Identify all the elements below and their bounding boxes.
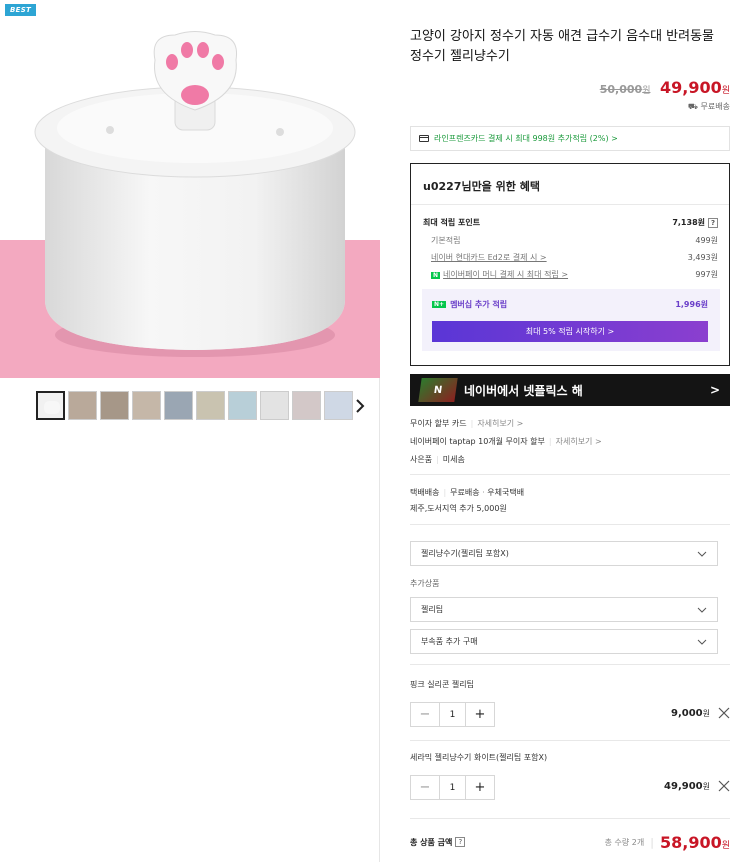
selected-item-price: 9,000원 <box>670 708 710 719</box>
naver-plus-icon: N+ <box>432 301 447 308</box>
divider <box>410 664 730 665</box>
credit-card-icon <box>419 135 429 142</box>
benefit-heading: u0227님만을 위한 혜택 <box>411 164 729 205</box>
divider <box>410 818 730 819</box>
product-main-image[interactable] <box>0 0 380 378</box>
thumbnail-5[interactable] <box>164 391 193 420</box>
close-icon[interactable] <box>718 707 730 719</box>
chevron-down-icon <box>697 607 707 613</box>
membership-box: N+ 멤버십 추가 적립 1,996원 최대 5% 적립 시작하기 > <box>422 289 720 351</box>
thumbnail-10[interactable] <box>324 391 353 420</box>
sale-price: 49,900원 <box>659 78 730 97</box>
installment-npay-line: 네이버페이 taptap 10개월 무이자 할부 | 자세히보기 > <box>410 437 602 446</box>
membership-row: N+ 멤버십 추가 적립 1,996원 <box>432 300 708 309</box>
thumbnail-1[interactable] <box>36 391 65 420</box>
option-select-main[interactable]: 젤리냥수기(젤리팁 포함X) <box>410 541 718 566</box>
card-benefit-banner[interactable]: 라인프렌즈카드 결제 시 최대 998원 추가적립 (2%) > <box>410 126 730 151</box>
chevron-right-icon: > <box>709 383 720 397</box>
divider <box>410 474 730 475</box>
benefit-row-basic: 기본적립 499원 <box>431 236 718 245</box>
membership-start-button[interactable]: 최대 5% 적립 시작하기 > <box>432 321 708 342</box>
gift-line: 사은품 | 미세솜 <box>410 455 465 464</box>
addon-label: 추가상품 <box>410 579 440 588</box>
thumbnail-6[interactable] <box>196 391 225 420</box>
benefit-row-npay-money[interactable]: N 네이버페이 머니 결제 시 최대 적립 > 997원 <box>423 269 718 280</box>
total-price: 58,900원 <box>659 832 730 852</box>
chevron-down-icon <box>697 551 707 557</box>
detail-link-1[interactable]: 자세히보기 > <box>477 419 523 428</box>
thumbnail-3[interactable] <box>100 391 129 420</box>
divider <box>410 740 730 741</box>
netflix-banner[interactable]: N 네이버에서 넷플릭스 해 > <box>410 374 730 406</box>
thumbnail-4[interactable] <box>132 391 161 420</box>
installment-card-line: 무이자 할부 카드 | 자세히보기 > <box>410 419 524 428</box>
product-title: 고양이 강아지 정수기 자동 애견 급수기 음수대 반려동물 정수기 젤리냥수기 <box>410 29 715 64</box>
delivery-extra: 제주,도서지역 추가 5,000원 <box>410 504 507 513</box>
option-select-addon[interactable]: 젤리팁 <box>410 597 718 622</box>
truck-icon: ⛟ <box>687 102 698 111</box>
gallery: BEST <box>0 0 380 862</box>
help-icon[interactable]: ? <box>455 837 466 847</box>
selected-item-name: 세라믹 젤리냥수기 화이트(젤리팁 포함X) <box>410 753 548 762</box>
benefit-box: u0227님만을 위한 혜택 최대 적립 포인트 7,138원? 기본적립 49… <box>410 163 730 366</box>
total-row: 총 상품 금액 ? 총 수량 2개 | 58,900원 <box>410 832 730 852</box>
option-select-accessory[interactable]: 부속품 추가 구매 <box>410 629 718 654</box>
divider <box>410 524 730 525</box>
netflix-logo: N <box>418 378 458 402</box>
thumbnail-8[interactable] <box>260 391 289 420</box>
price-row: 50,000원 49,900원 <box>410 78 730 97</box>
thumbnail-strip <box>36 391 353 420</box>
thumbnail-9[interactable] <box>292 391 321 420</box>
best-badge: BEST <box>5 4 37 16</box>
help-icon[interactable]: ? <box>708 218 718 228</box>
detail-link-2[interactable]: 자세히보기 > <box>556 437 602 446</box>
delivery-line: 택배배송 | 무료배송 · 우체국택배 <box>410 488 525 497</box>
benefit-row-hyundai[interactable]: 네이버 현대카드 Ed2로 결제 시 > 3,493원 <box>423 252 718 263</box>
chevron-right-icon[interactable] <box>352 396 368 416</box>
shipping-info: ⛟ 무료배송 <box>687 102 730 111</box>
thumbnail-2[interactable] <box>68 391 97 420</box>
selected-item-name: 핑크 실리콘 젤리팁 <box>410 680 474 689</box>
thumbnail-7[interactable] <box>228 391 257 420</box>
max-points-row: 최대 적립 포인트 7,138원? <box>423 217 718 228</box>
selected-item-price: 49,900원 <box>664 781 710 792</box>
original-price: 50,000원 <box>599 83 651 96</box>
npay-icon: N <box>431 272 441 279</box>
chevron-down-icon <box>697 639 707 645</box>
close-icon[interactable] <box>718 780 730 792</box>
